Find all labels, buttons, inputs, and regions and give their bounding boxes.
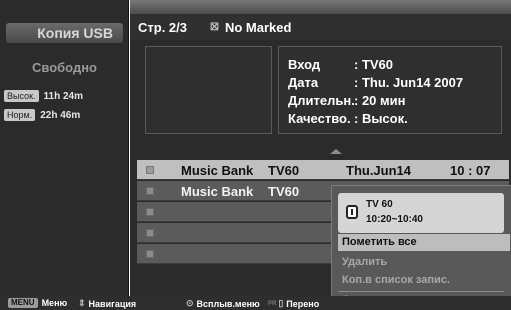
info-key: Длительн. [288, 93, 355, 108]
info-value: : Thu. Jun14 2007 [354, 75, 464, 90]
quality-time: 22h 46m [40, 109, 81, 121]
recording-info: Вход : TV60 Дата : Thu. Jun14 2007 Длите… [278, 46, 502, 134]
free-space-label: Свободно [32, 60, 97, 75]
info-row: Вход : TV60 [288, 57, 393, 72]
list-item-channel: TV60 [268, 184, 300, 199]
checkbox-icon[interactable] [146, 166, 154, 174]
info-value: : TV60 [354, 57, 394, 72]
checkbox-icon[interactable] [146, 229, 154, 237]
list-item-date: Thu.Jun14 [346, 163, 412, 178]
menu-key: MENU [8, 298, 38, 308]
popup-item-mark-all[interactable]: Пометить все [338, 234, 510, 251]
top-bar [130, 0, 511, 14]
quality-badge: Высок. [4, 90, 39, 102]
pr-key: PR [268, 300, 277, 307]
list-item-title: Music Bank [181, 163, 254, 178]
marked-status: ☒ No Marked [210, 20, 291, 35]
checkbox-icon[interactable] [146, 250, 154, 258]
info-row: Качество. : Высок. [288, 111, 408, 126]
popup-menu: TV 60 10:20~10:40 Пометить все Удалить К… [331, 185, 511, 310]
list-item-title: Music Bank [181, 184, 254, 199]
info-value: : Высок. [354, 111, 408, 126]
info-icon [346, 205, 358, 219]
sidebar: Копия USB Свободно Высок. 11h 24m Норм. … [0, 0, 129, 296]
quality-time: 11h 24m [43, 90, 84, 102]
info-key: Дата [288, 75, 319, 90]
info-row: Дата : Thu. Jun14 2007 [288, 75, 463, 90]
quality-row-normal: Норм. 22h 46m [4, 108, 80, 122]
header-bar: Стр. 2/3 ☒ No Marked [130, 14, 511, 40]
checkbox-icon: ☒ [210, 22, 219, 33]
pr-updown-icon: ▯ [278, 298, 284, 308]
scroll-up-arrow-icon[interactable] [330, 149, 342, 154]
quality-row-high: Высок. 11h 24m [4, 89, 83, 103]
marked-label: No Marked [224, 20, 292, 35]
footer-move-label: Перено [286, 298, 320, 309]
popup-item-delete[interactable]: Удалить [338, 254, 510, 271]
info-row: Длительн. : 20 мин [288, 93, 405, 108]
footer-navigation-label: Навигация [88, 298, 137, 309]
checkbox-icon[interactable] [146, 187, 154, 195]
list-item-channel: TV60 [268, 163, 300, 178]
footer-popup[interactable]: ⊙ Всплыв.меню [186, 298, 260, 309]
list-item[interactable]: Music Bank TV60 Thu.Jun14 10 : 07 [137, 160, 509, 180]
popup-item-copy-to-list[interactable]: Коп.в список запис. [338, 272, 510, 289]
list-item-time: 10 : 07 [450, 163, 491, 178]
sidebar-title: Копия USB [6, 23, 123, 43]
footer-menu-label: Меню [41, 298, 68, 308]
popup-time-range: 10:20~10:40 [366, 214, 423, 225]
footer-popup-label: Всплыв.меню [196, 298, 260, 309]
checkbox-icon[interactable] [146, 208, 154, 216]
page-indicator: Стр. 2/3 [138, 20, 187, 35]
footer-menu[interactable]: MENU Меню [8, 298, 67, 308]
info-key: Качество. [288, 111, 351, 126]
footer-move[interactable]: PR ▯ Перено [268, 298, 319, 309]
footer-help-bar: MENU Меню ⇕ Навигация ⊙ Всплыв.меню PR ▯… [0, 296, 511, 310]
popup-header: TV 60 10:20~10:40 [338, 193, 504, 233]
up-down-arrow-icon: ⇕ [78, 298, 86, 308]
popup-channel: TV 60 [366, 199, 393, 210]
footer-navigation[interactable]: ⇕ Навигация [78, 298, 136, 309]
info-key: Вход [288, 57, 321, 72]
ok-circle-icon: ⊙ [186, 298, 194, 308]
info-value: : 20 мин [354, 93, 406, 108]
thumbnail-preview [145, 46, 272, 134]
quality-badge: Норм. [4, 109, 36, 121]
